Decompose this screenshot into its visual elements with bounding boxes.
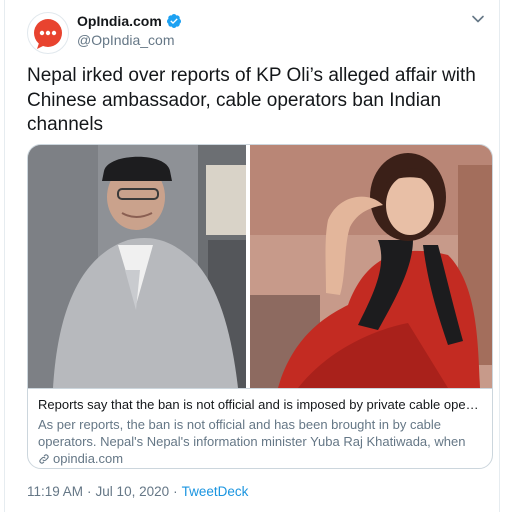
card-body: Reports say that the ban is not official… <box>28 388 492 468</box>
chevron-down-icon[interactable] <box>471 12 485 26</box>
opindia-logo-icon <box>34 19 62 49</box>
card-photo <box>28 145 492 388</box>
card-domain-text: opindia.com <box>53 451 124 466</box>
link-card[interactable]: Reports say that the ban is not official… <box>27 144 493 469</box>
tweet-source-link[interactable]: TweetDeck <box>182 484 249 499</box>
card-description: As per reports, the ban is not official … <box>38 417 466 449</box>
meta-separator-2: · <box>173 484 178 499</box>
account-handle[interactable]: @OpIndia_com <box>77 32 174 48</box>
tweet-container: OpIndia.com @OpIndia_com Nepal irked ove… <box>4 0 500 512</box>
card-domain: opindia.com <box>38 451 123 466</box>
card-image <box>28 145 492 388</box>
tweet-text: Nepal irked over reports of KP Oli’s all… <box>27 65 476 135</box>
account-name[interactable]: OpIndia.com <box>77 13 162 29</box>
link-icon <box>39 453 49 464</box>
verified-badge-icon <box>166 14 181 28</box>
tweet-time[interactable]: 11:19 AM <box>27 484 83 499</box>
tweet-meta: 11:19 AM · Jul 10, 2020 · TweetDeck <box>27 484 248 499</box>
account-name-row: OpIndia.com <box>77 13 182 29</box>
card-title: Reports say that the ban is not official… <box>38 397 482 412</box>
tweet-date[interactable]: Jul 10, 2020 <box>96 484 170 499</box>
meta-separator: · <box>87 484 92 499</box>
avatar[interactable] <box>27 12 69 54</box>
